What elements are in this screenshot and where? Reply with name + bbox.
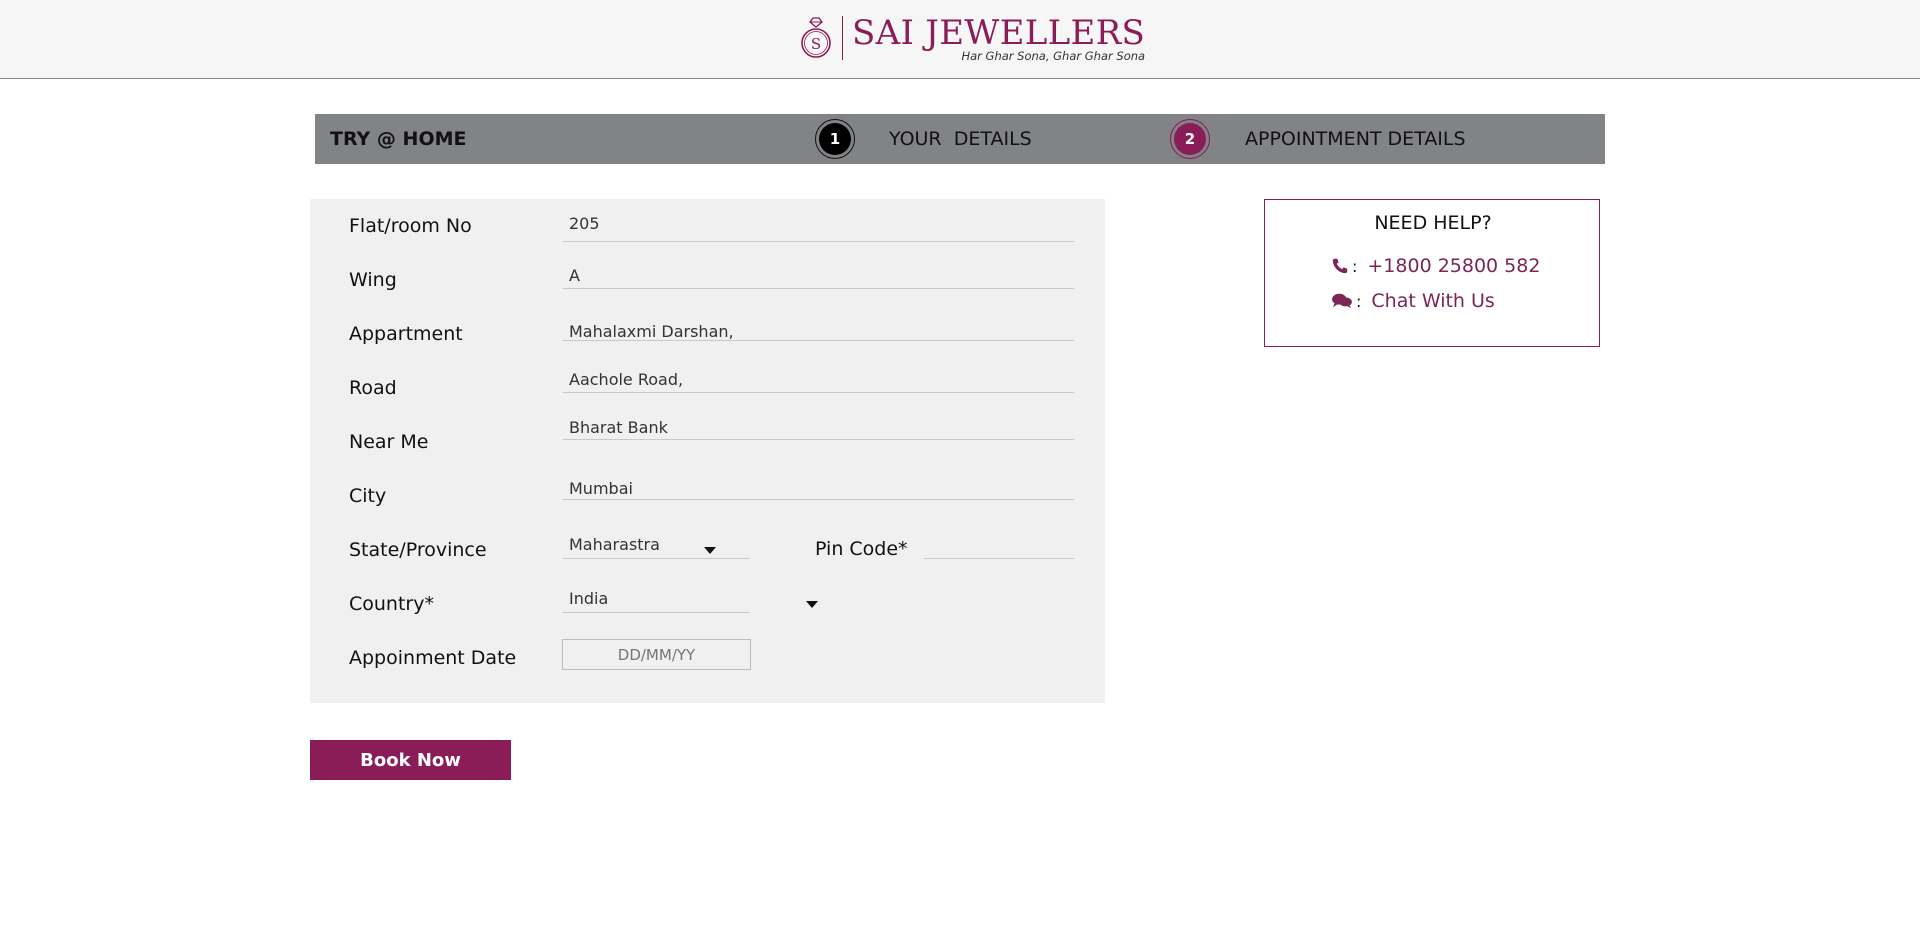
brand-tagline: Har Ghar Sona, Ghar Ghar Sona [961, 48, 1146, 63]
city-value: Mumbai [569, 479, 633, 498]
city-label: City [349, 485, 387, 507]
country-dropdown-icon[interactable] [806, 601, 818, 608]
ring-logo-icon: S [801, 17, 831, 58]
brand-name: SAI JEWELLERS [852, 12, 1146, 53]
wing-label: Wing [349, 269, 397, 291]
pin-code-label: Pin Code* [815, 538, 908, 560]
step-1-label[interactable]: YOUR DETAILS [889, 128, 1032, 150]
brand-logo[interactable]: S SAI JEWELLERS Har Ghar Sona, Ghar Ghar… [800, 14, 1145, 62]
state-value: Maharastra [569, 535, 660, 554]
help-title: NEED HELP? [1374, 212, 1492, 234]
address-form: Flat/room No 205 Wing A Appartment Mahal… [310, 199, 1105, 703]
wing-input[interactable] [563, 265, 1074, 289]
appointment-date-input[interactable] [562, 639, 751, 670]
step-progress-bar: TRY @ HOME 1 YOUR DETAILS 2 APPOINTMENT … [315, 114, 1605, 164]
near-value: Bharat Bank [569, 418, 668, 437]
help-chat-row[interactable]: : Chat With Us [1331, 290, 1495, 312]
help-chat-link[interactable]: Chat With Us [1371, 290, 1494, 312]
svg-text:S: S [811, 35, 821, 53]
city-input[interactable] [563, 476, 1074, 500]
apartment-label: Appartment [349, 323, 463, 345]
book-now-button[interactable]: Book Now [310, 740, 511, 780]
chat-separator: : [1356, 291, 1362, 311]
logo-divider [842, 16, 843, 60]
chat-icon [1332, 293, 1352, 309]
wing-value: A [569, 266, 580, 285]
step-1-number: 1 [829, 130, 841, 148]
flat-label: Flat/room No [349, 215, 472, 237]
step-bar-title: TRY @ HOME [330, 128, 467, 150]
country-value: India [569, 589, 609, 608]
step-2-label[interactable]: APPOINTMENT DETAILS [1245, 128, 1466, 150]
apartment-value: Mahalaxmi Darshan, [569, 322, 734, 341]
pin-code-input[interactable] [924, 535, 1074, 559]
road-label: Road [349, 377, 397, 399]
date-label: Appoinment Date [349, 647, 517, 669]
road-value: Aachole Road, [569, 370, 684, 389]
state-label: State/Province [349, 539, 487, 561]
help-panel: NEED HELP? : +1800 25800 582 : Chat With… [1264, 199, 1600, 347]
country-label: Country* [349, 593, 434, 615]
step-1-indicator[interactable]: 1 [815, 119, 855, 159]
step-2-indicator[interactable]: 2 [1170, 119, 1210, 159]
help-phone-number[interactable]: +1800 25800 582 [1367, 255, 1540, 277]
flat-input[interactable] [563, 218, 1074, 242]
site-header: S SAI JEWELLERS Har Ghar Sona, Ghar Ghar… [0, 0, 1920, 79]
phone-separator: : [1352, 256, 1358, 276]
flat-value: 205 [569, 214, 600, 233]
step-2-number: 2 [1184, 130, 1196, 148]
state-dropdown-icon[interactable] [704, 547, 716, 554]
phone-icon [1332, 258, 1348, 274]
near-label: Near Me [349, 431, 429, 453]
help-phone-row[interactable]: : +1800 25800 582 [1331, 255, 1540, 277]
